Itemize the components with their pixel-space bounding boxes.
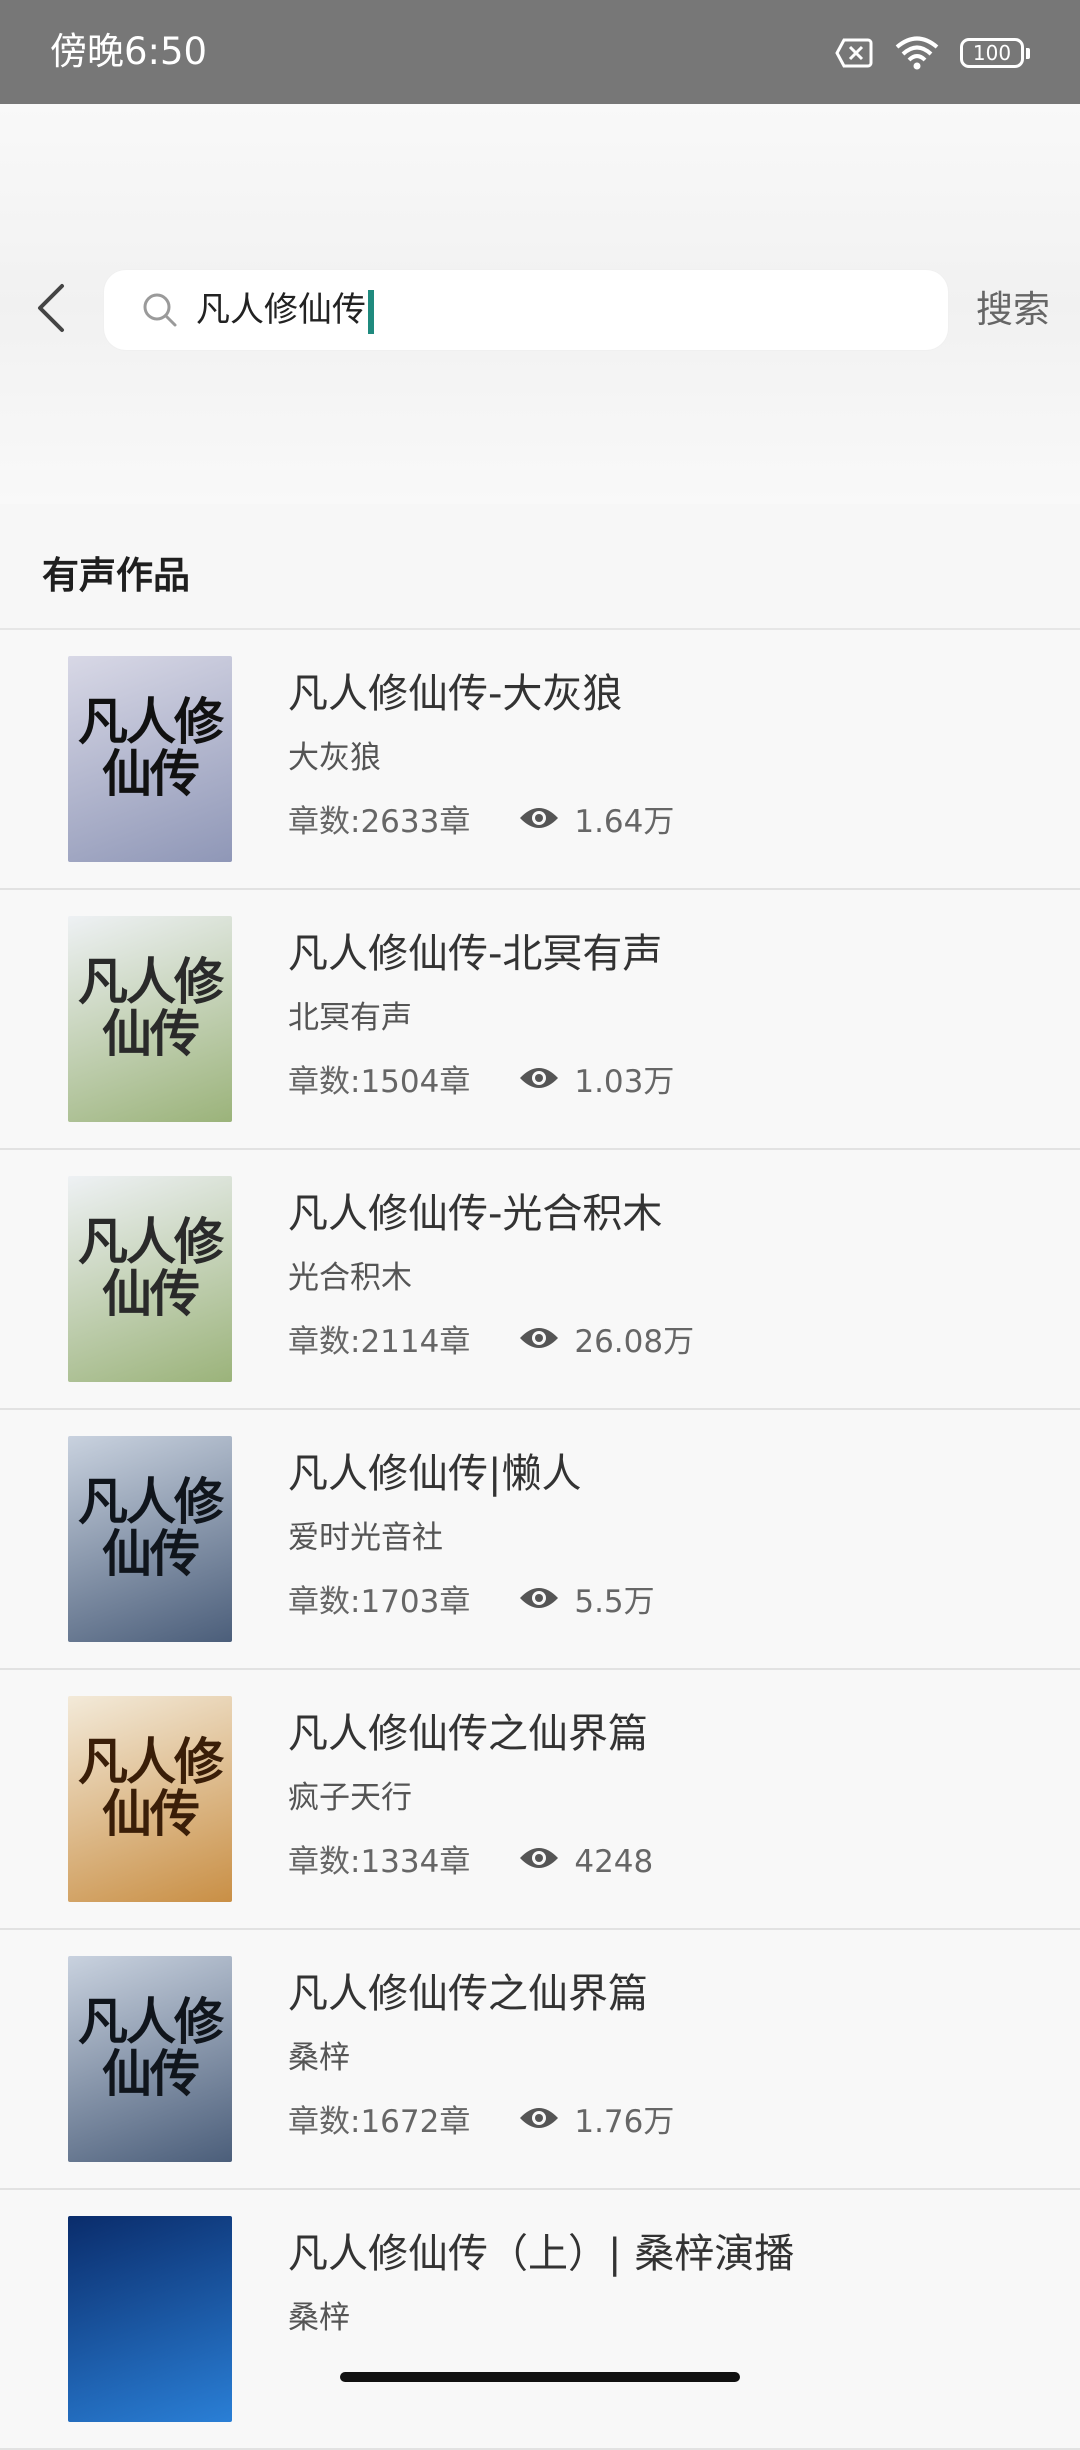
- result-item[interactable]: 凡人修仙传 凡人修仙传|懒人爱时光音社章数:1703章 5.5万: [0, 1410, 1080, 1670]
- chapter-count: 章数:2114章: [288, 1324, 471, 1360]
- result-title: 凡人修仙传|懒人: [288, 1451, 582, 1497]
- chapter-count: 章数:1672章: [288, 2104, 471, 2140]
- status-time: 傍晚6:50: [50, 30, 208, 73]
- sim-off-icon: [835, 38, 873, 68]
- cover-lettering: 凡人修仙传: [78, 1992, 224, 2103]
- status-icons: 100: [834, 32, 1030, 74]
- status-bar: 傍晚6:50 100: [0, 0, 1080, 104]
- eye-icon: [518, 2100, 560, 2144]
- search-query-text: 凡人修仙传: [196, 290, 366, 330]
- result-item[interactable]: 凡人修仙传 凡人修仙传-光合积木光合积木章数:2114章 26.08万: [0, 1150, 1080, 1410]
- book-cover-image: 凡人修仙传: [68, 916, 232, 1122]
- book-cover-image: 凡人修仙传: [68, 1956, 232, 2162]
- eye-icon: [518, 1580, 560, 1624]
- cover-lettering: 凡人修仙传: [78, 1472, 224, 1583]
- home-indicator[interactable]: [340, 2372, 740, 2382]
- result-meta: 章数:1334章 4248: [288, 1840, 653, 1884]
- battery-icon: 100: [960, 38, 1030, 68]
- book-cover-image: 凡人修仙传: [68, 1436, 232, 1642]
- results-list: 凡人修仙传 凡人修仙传-大灰狼 大灰狼 章数:2633章 1.64万 凡人修仙传 凡人修仙传…: [0, 628, 1080, 2450]
- text-caret: [368, 289, 374, 334]
- book-cover-image: [68, 2216, 232, 2422]
- search-button[interactable]: 搜索: [976, 280, 1050, 340]
- chapter-count: 章数:1504章: [288, 1064, 471, 1100]
- result-meta: 章数:2633章 1.64万: [288, 800, 674, 844]
- result-item[interactable]: 凡人修仙传 凡人修仙传之仙界篇桑梓章数:1672章 1.76万: [0, 1930, 1080, 2190]
- result-author: 疯子天行: [288, 1780, 412, 1816]
- result-item[interactable]: 凡人修仙传 凡人修仙传-大灰狼大灰狼章数:2633章 1.64万: [0, 630, 1080, 890]
- book-cover-image: 凡人修仙传: [68, 656, 232, 862]
- result-author: 桑梓: [288, 2300, 350, 2336]
- result-item[interactable]: 凡人修仙传 凡人修仙传之仙界篇疯子天行章数:1334章 4248: [0, 1670, 1080, 1930]
- result-author: 爱时光音社: [288, 1520, 443, 1556]
- result-title: 凡人修仙传（上）| 桑梓演播: [288, 2231, 795, 2277]
- chapter-count: 章数:1703章: [288, 1584, 471, 1620]
- result-title: 凡人修仙传-光合积木: [288, 1191, 663, 1237]
- chapter-count: 章数:2633章: [288, 804, 471, 840]
- chapter-count: 章数:1334章: [288, 1844, 471, 1880]
- result-meta: 章数:1672章 1.76万: [288, 2100, 674, 2144]
- play-count: 1.64万: [574, 804, 675, 840]
- result-title: 凡人修仙传之仙界篇: [288, 1711, 648, 1757]
- eye-icon: [518, 1840, 560, 1884]
- result-meta: 章数:2114章 26.08万: [288, 1320, 694, 1364]
- eye-icon: [518, 800, 560, 844]
- play-count: 1.76万: [574, 2104, 675, 2140]
- result-title: 凡人修仙传-北冥有声: [288, 931, 663, 977]
- cover-lettering: 凡人修仙传: [78, 692, 224, 803]
- section-title: 有声作品: [42, 554, 190, 597]
- result-meta: 章数:1703章 5.5万: [288, 1580, 655, 1624]
- back-arrow-icon: [38, 284, 64, 332]
- wifi-icon: [895, 36, 939, 70]
- eye-icon: [518, 1060, 560, 1104]
- result-author: 光合积木: [288, 1260, 412, 1296]
- play-count: 4248: [574, 1844, 654, 1880]
- play-count: 5.5万: [574, 1584, 655, 1620]
- result-item[interactable]: 凡人修仙传 凡人修仙传-北冥有声北冥有声章数:1504章 1.03万: [0, 890, 1080, 1150]
- play-count: 1.03万: [574, 1064, 675, 1100]
- result-meta: 章数:1504章 1.03万: [288, 1060, 674, 1104]
- search-input[interactable]: 凡人修仙传: [196, 270, 374, 350]
- result-author: 大灰狼: [288, 740, 381, 776]
- cover-lettering: 凡人修仙传: [78, 952, 224, 1063]
- book-cover-image: 凡人修仙传: [68, 1176, 232, 1382]
- cover-lettering: 凡人修仙传: [78, 1732, 224, 1843]
- cover-lettering: 凡人修仙传: [78, 1212, 224, 1323]
- result-author: 桑梓: [288, 2040, 350, 2076]
- search-icon: [143, 293, 177, 327]
- play-count: 26.08万: [574, 1324, 695, 1360]
- eye-icon: [518, 1320, 560, 1364]
- back-button[interactable]: [30, 276, 74, 340]
- result-author: 北冥有声: [288, 1000, 412, 1036]
- search-box[interactable]: 凡人修仙传: [104, 270, 948, 350]
- book-cover-image: 凡人修仙传: [68, 1696, 232, 1902]
- result-title: 凡人修仙传之仙界篇: [288, 1971, 648, 2017]
- result-title: 凡人修仙传-大灰狼: [288, 671, 623, 717]
- result-item[interactable]: 凡人修仙传（上）| 桑梓演播桑梓: [0, 2190, 1080, 2450]
